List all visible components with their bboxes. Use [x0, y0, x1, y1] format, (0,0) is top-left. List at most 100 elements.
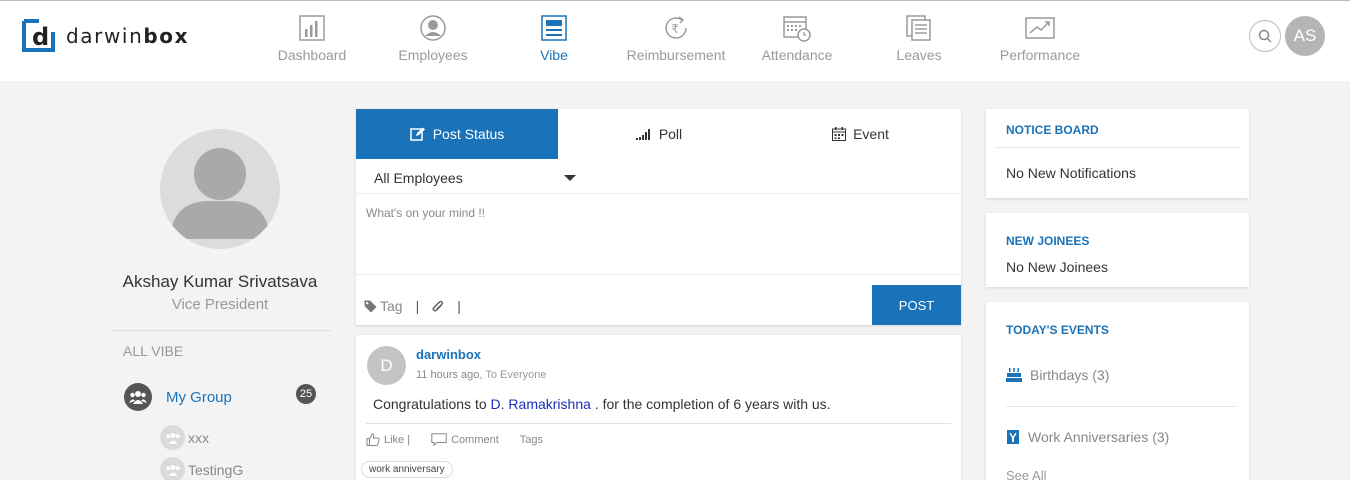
tags-button[interactable]: Tags: [520, 434, 543, 446]
comment-icon: [431, 433, 447, 446]
mention-link[interactable]: D. Ramakrishna: [491, 396, 591, 412]
divider: [366, 423, 951, 424]
svg-text:₹: ₹: [671, 22, 679, 36]
post-body: Congratulations to D. Ramakrishna . for …: [373, 396, 831, 412]
separator: |: [415, 298, 420, 314]
separator: |: [457, 298, 461, 314]
nav-leaves[interactable]: Leaves: [859, 13, 979, 63]
work-anniversaries-label: Work Anniversaries (3): [1028, 429, 1170, 445]
nav-label: Reimbursement: [626, 47, 726, 63]
logo-mark-icon: d: [21, 18, 56, 53]
search-button[interactable]: [1249, 20, 1281, 52]
see-all-link[interactable]: See All: [1006, 468, 1046, 480]
todays-events-card: TODAY'S EVENTS Birthdays (3) Work Annive…: [986, 302, 1249, 480]
tab-post-status[interactable]: Post Status: [356, 109, 558, 159]
nav-vibe[interactable]: Vibe: [494, 13, 614, 63]
work-anniversaries-item[interactable]: Work Anniversaries (3): [1006, 429, 1169, 445]
birthdays-item[interactable]: Birthdays (3): [1006, 367, 1109, 383]
nav-label: Vibe: [540, 47, 568, 63]
nav-label: Attendance: [761, 47, 833, 63]
author-avatar[interactable]: D: [367, 346, 406, 385]
group-icon: [160, 457, 185, 480]
bar-chart-icon: [252, 13, 372, 43]
badge-icon: [1007, 430, 1019, 444]
paperclip-icon[interactable]: [432, 300, 444, 313]
nav-attendance[interactable]: Attendance: [737, 13, 857, 63]
nav-label: Employees: [398, 47, 468, 63]
like-button[interactable]: Like |: [366, 433, 410, 446]
post-actions: Like | Comment Tags: [366, 433, 564, 446]
top-header: d darwinbox Dashboard Employees Vibe ₹ R…: [0, 1, 1350, 81]
post-composer: Post Status Poll Event All Employees Wha…: [356, 109, 961, 325]
comment-button[interactable]: Comment: [431, 433, 499, 446]
chart-trend-icon: [980, 13, 1100, 43]
notice-board-title: NOTICE BOARD: [1006, 123, 1099, 137]
nav-dashboard[interactable]: Dashboard: [252, 13, 372, 63]
tab-event[interactable]: Event: [760, 109, 961, 159]
post-button[interactable]: POST: [872, 285, 961, 325]
newspaper-icon: [494, 13, 614, 43]
post-audience: , To Everyone: [479, 369, 547, 381]
comment-label: Comment: [451, 433, 499, 446]
search-icon: [1258, 29, 1272, 43]
nav-performance[interactable]: Performance: [980, 13, 1100, 63]
signal-bars-icon: [635, 129, 650, 140]
todays-events-title: TODAY'S EVENTS: [1006, 323, 1109, 337]
tags-label: Tags: [519, 433, 544, 446]
tab-label: Post Status: [432, 126, 505, 142]
new-joinees-card: NEW JOINEES No New Joinees: [986, 213, 1249, 287]
nav-reimbursement[interactable]: ₹ Reimbursement: [616, 13, 736, 63]
post-meta: 11 hours ago, To Everyone: [416, 369, 546, 381]
like-label: Like |: [384, 433, 411, 446]
post-tag-chip[interactable]: work anniversary: [361, 461, 453, 478]
svg-text:d: d: [32, 23, 49, 51]
user-circle-icon: [373, 13, 493, 43]
all-vibe-link[interactable]: ALL VIBE: [123, 343, 183, 359]
caret-down-icon[interactable]: [564, 175, 576, 181]
divider: [1006, 406, 1236, 407]
post-time: 11 hours ago: [416, 369, 480, 381]
my-group-item[interactable]: My Group: [124, 383, 232, 411]
my-group-label: My Group: [166, 388, 232, 406]
profile-role: Vice President: [171, 296, 269, 313]
darwinbox-logo[interactable]: d darwinbox: [21, 18, 189, 53]
nav-label: Performance: [999, 47, 1081, 63]
group-icon: [160, 425, 185, 450]
joinees-text: No New Joinees: [1006, 259, 1108, 275]
tab-poll[interactable]: Poll: [558, 109, 760, 159]
tag-label[interactable]: Tag: [380, 298, 403, 314]
rupee-refresh-icon: ₹: [616, 13, 736, 43]
sub-group-testingg[interactable]: TestingG: [160, 457, 243, 480]
tab-label: Event: [853, 126, 889, 142]
profile-name: Akshay Kumar Srivatsava: [122, 272, 318, 291]
group-count-badge: 25: [296, 384, 316, 404]
thumbs-up-icon: [366, 433, 380, 446]
notice-text: No New Notifications: [1006, 165, 1136, 181]
post-author[interactable]: darwinbox: [416, 347, 481, 362]
composer-tools: Tag | |: [364, 298, 474, 314]
profile-picture[interactable]: [160, 129, 280, 249]
user-silhouette-icon: [170, 148, 270, 239]
nav-employees[interactable]: Employees: [373, 13, 493, 63]
nav-label: Leaves: [896, 47, 942, 63]
divider: [356, 193, 961, 194]
divider: [356, 274, 961, 275]
calendar-icon: [832, 127, 847, 141]
feed-post: D darwinbox 11 hours ago, To Everyone Co…: [356, 335, 961, 480]
sub-group-xxx[interactable]: xxx: [160, 425, 209, 450]
birthdays-label: Birthdays (3): [1030, 367, 1110, 383]
edit-icon: [409, 127, 425, 141]
tab-label: Poll: [658, 126, 683, 142]
user-avatar[interactable]: AS: [1285, 16, 1325, 56]
status-input[interactable]: What's on your mind !!: [366, 206, 485, 220]
brand-name: darwinbox: [66, 23, 190, 48]
birthday-cake-icon: [1006, 368, 1022, 382]
calendar-clock-icon: [737, 13, 857, 43]
notice-board-card: NOTICE BOARD No New Notifications: [986, 109, 1249, 198]
new-joinees-title: NEW JOINEES: [1006, 234, 1090, 248]
tag-icon[interactable]: [364, 300, 377, 313]
audience-select[interactable]: All Employees: [374, 170, 463, 186]
document-stack-icon: [859, 13, 979, 43]
divider: [110, 330, 331, 331]
sub-group-label: xxx: [188, 429, 209, 446]
